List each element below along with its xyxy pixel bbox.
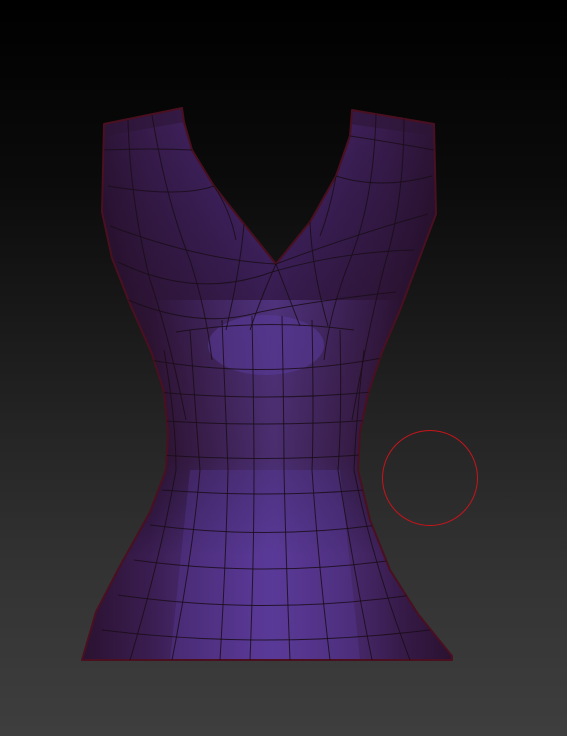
mesh-canvas[interactable] xyxy=(0,0,567,736)
garment-body[interactable] xyxy=(80,100,460,680)
3d-viewport[interactable] xyxy=(0,0,567,736)
